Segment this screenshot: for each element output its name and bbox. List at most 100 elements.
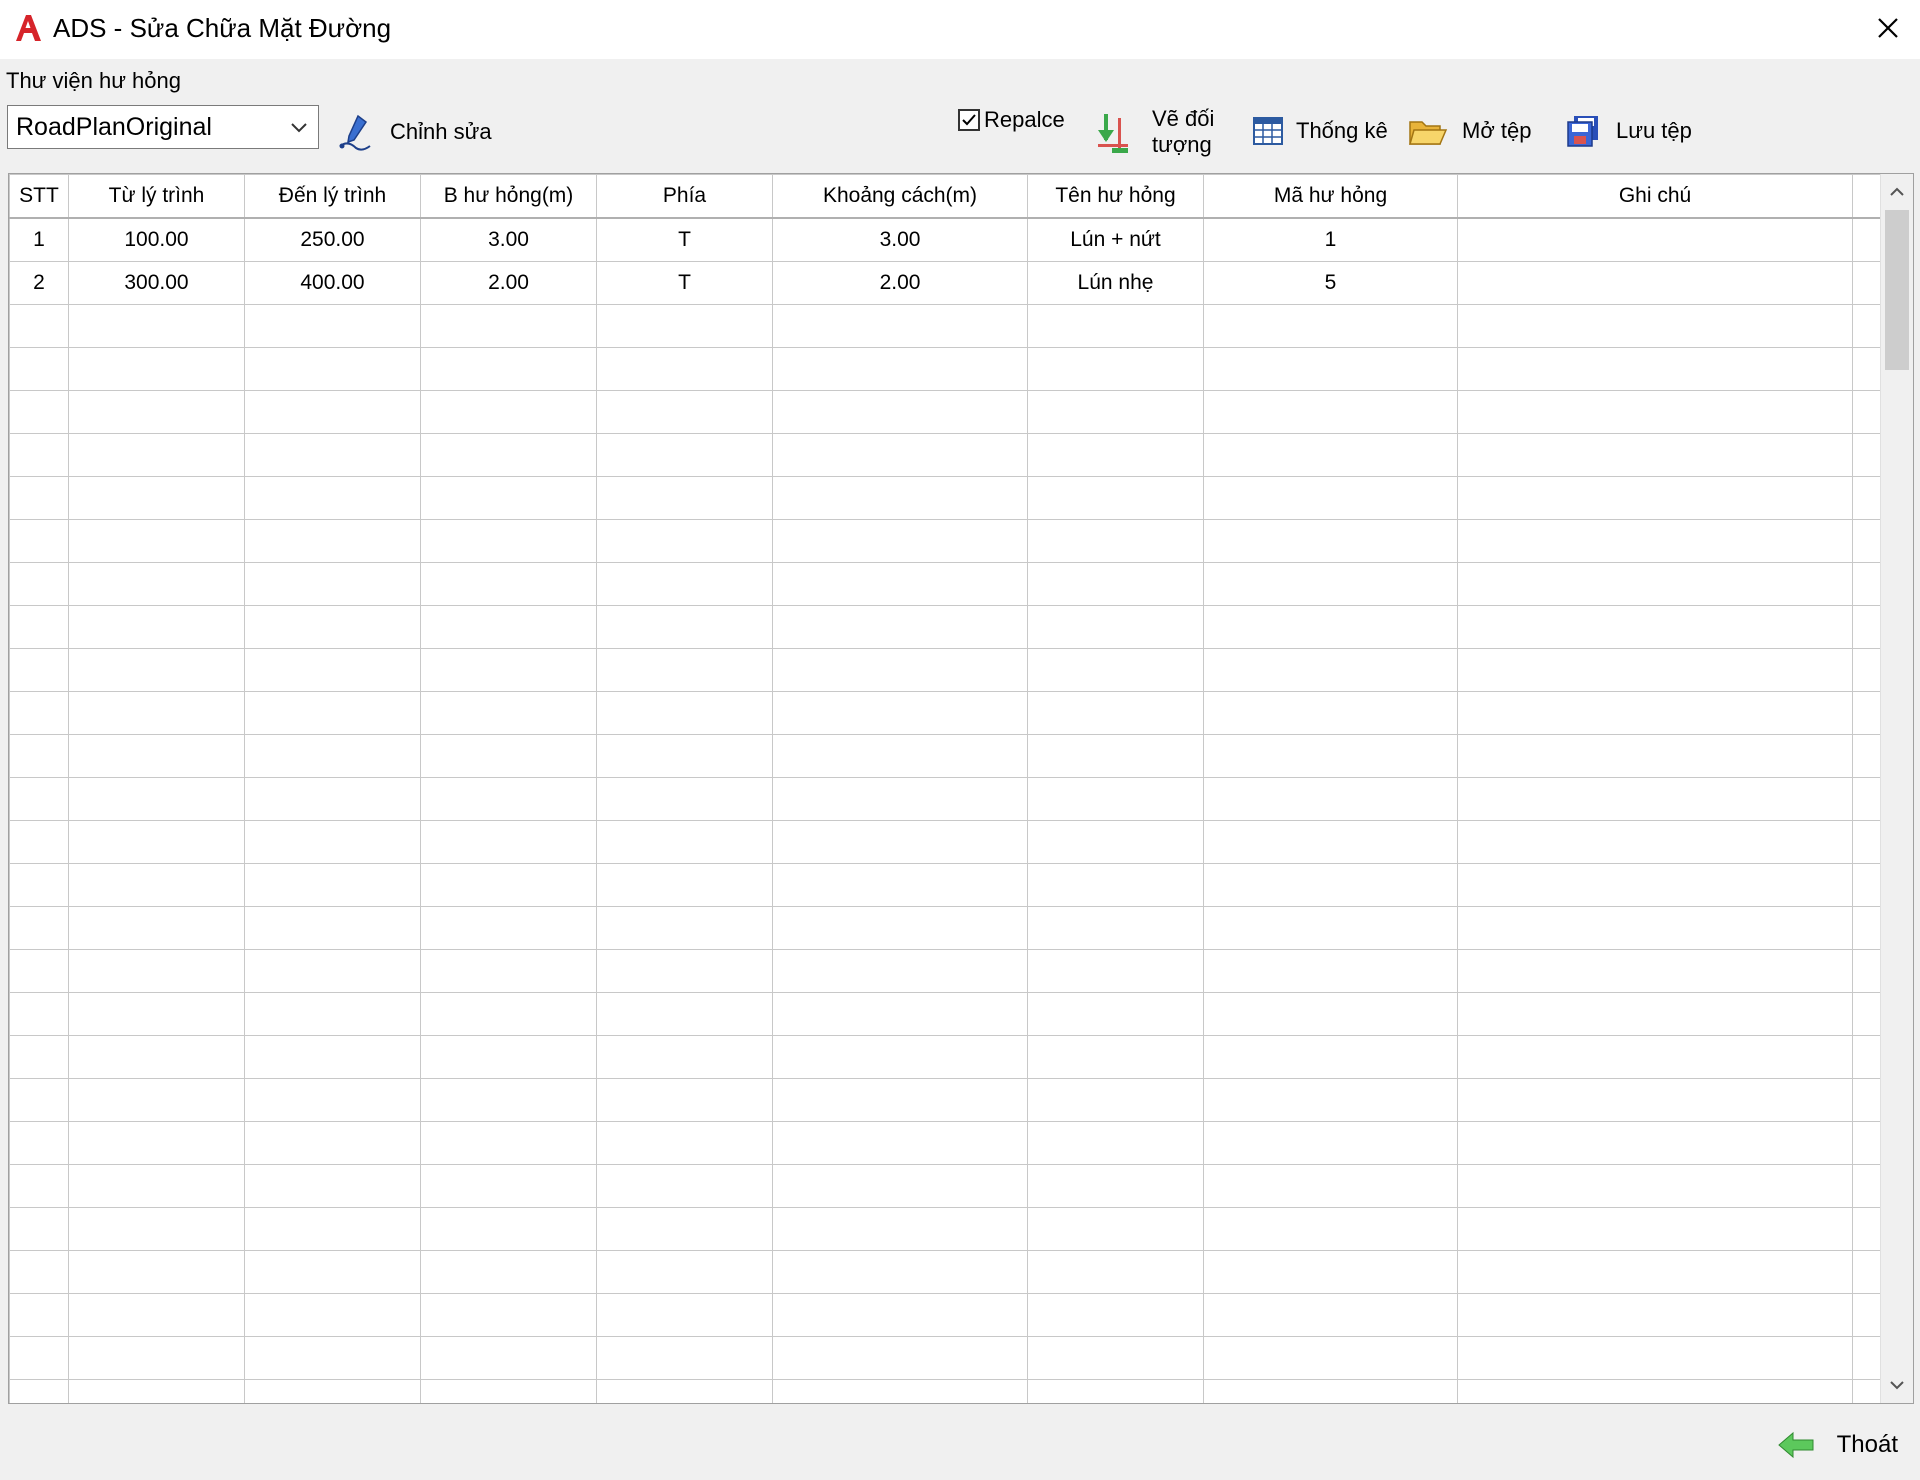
cell-damage-code[interactable] — [1203, 1121, 1458, 1165]
cell-damage-width[interactable] — [420, 906, 597, 950]
cell-distance[interactable] — [772, 433, 1028, 477]
cell-from-station[interactable] — [68, 949, 245, 993]
open-file-button[interactable]: Mở tệp — [1408, 114, 1531, 148]
cell-damage-width[interactable] — [420, 1121, 597, 1165]
cell-from-station[interactable] — [68, 1078, 245, 1122]
cell-distance[interactable] — [772, 1379, 1028, 1403]
cell-notes[interactable] — [1457, 1164, 1853, 1208]
cell-notes[interactable] — [1457, 261, 1853, 305]
cell-damage-name[interactable] — [1027, 820, 1204, 864]
cell-distance[interactable] — [772, 1035, 1028, 1079]
cell-from-station[interactable] — [68, 1336, 245, 1380]
save-file-button[interactable]: Lưu tệp — [1566, 114, 1692, 148]
cell-stt[interactable] — [9, 476, 69, 520]
cell-distance[interactable] — [772, 820, 1028, 864]
cell-damage-name[interactable] — [1027, 992, 1204, 1036]
cell-from-station[interactable] — [68, 1293, 245, 1337]
replace-checkbox[interactable]: Repalce — [958, 107, 1065, 133]
table-row[interactable] — [9, 304, 1890, 348]
cell-to-station[interactable] — [244, 992, 421, 1036]
cell-distance[interactable] — [772, 906, 1028, 950]
cell-distance[interactable] — [772, 691, 1028, 735]
cell-damage-width[interactable] — [420, 691, 597, 735]
table-row[interactable] — [9, 1293, 1890, 1337]
cell-notes[interactable] — [1457, 1207, 1853, 1251]
cell-damage-name[interactable] — [1027, 648, 1204, 692]
cell-to-station[interactable] — [244, 605, 421, 649]
cell-damage-code[interactable] — [1203, 648, 1458, 692]
cell-to-station[interactable]: 250.00 — [244, 217, 421, 262]
cell-damage-width[interactable] — [420, 992, 597, 1036]
cell-from-station[interactable] — [68, 519, 245, 563]
cell-stt[interactable] — [9, 1164, 69, 1208]
cell-notes[interactable] — [1457, 906, 1853, 950]
cell-damage-name[interactable] — [1027, 1121, 1204, 1165]
cell-side[interactable] — [596, 949, 773, 993]
col-header-damage-width[interactable]: B hư hỏng(m) — [420, 174, 597, 219]
cell-damage-name[interactable] — [1027, 1207, 1204, 1251]
cell-to-station[interactable] — [244, 906, 421, 950]
cell-distance[interactable] — [772, 1078, 1028, 1122]
table-row[interactable]: 2 300.00 400.00 2.00 T 2.00 Lún nhẹ 5 — [9, 261, 1890, 305]
cell-damage-code[interactable] — [1203, 691, 1458, 735]
col-header-to-station[interactable]: Đến lý trình — [244, 174, 421, 219]
table-row[interactable] — [9, 1078, 1890, 1122]
cell-distance[interactable] — [772, 949, 1028, 993]
cell-damage-name[interactable] — [1027, 1250, 1204, 1294]
cell-damage-name[interactable] — [1027, 562, 1204, 606]
scroll-thumb[interactable] — [1885, 210, 1909, 370]
cell-distance[interactable] — [772, 519, 1028, 563]
cell-damage-name[interactable] — [1027, 1336, 1204, 1380]
cell-damage-name[interactable] — [1027, 863, 1204, 907]
table-row[interactable] — [9, 519, 1890, 563]
cell-from-station[interactable]: 300.00 — [68, 261, 245, 305]
draw-object-button[interactable]: Vẽ đối tượng — [1094, 106, 1214, 158]
cell-to-station[interactable] — [244, 519, 421, 563]
cell-damage-name[interactable] — [1027, 433, 1204, 477]
table-row[interactable] — [9, 476, 1890, 520]
cell-side[interactable] — [596, 476, 773, 520]
cell-stt[interactable] — [9, 347, 69, 391]
cell-damage-code[interactable] — [1203, 1336, 1458, 1380]
edit-button[interactable]: Chỉnh sửa — [336, 112, 492, 152]
cell-from-station[interactable] — [68, 906, 245, 950]
table-row[interactable] — [9, 992, 1890, 1036]
cell-to-station[interactable] — [244, 1336, 421, 1380]
cell-notes[interactable] — [1457, 519, 1853, 563]
cell-damage-name[interactable] — [1027, 777, 1204, 821]
cell-notes[interactable] — [1457, 1078, 1853, 1122]
cell-side[interactable] — [596, 1250, 773, 1294]
cell-damage-width[interactable] — [420, 863, 597, 907]
cell-distance[interactable] — [772, 1121, 1028, 1165]
table-row[interactable] — [9, 1336, 1890, 1380]
cell-distance[interactable] — [772, 1336, 1028, 1380]
cell-damage-name[interactable] — [1027, 1164, 1204, 1208]
table-row[interactable] — [9, 347, 1890, 391]
cell-damage-code[interactable] — [1203, 777, 1458, 821]
cell-damage-code[interactable] — [1203, 1207, 1458, 1251]
cell-stt[interactable] — [9, 949, 69, 993]
cell-notes[interactable] — [1457, 390, 1853, 434]
cell-damage-width[interactable] — [420, 1293, 597, 1337]
cell-damage-code[interactable] — [1203, 1078, 1458, 1122]
cell-distance[interactable] — [772, 992, 1028, 1036]
cell-damage-name[interactable] — [1027, 949, 1204, 993]
cell-damage-code[interactable] — [1203, 1035, 1458, 1079]
cell-notes[interactable] — [1457, 347, 1853, 391]
cell-stt[interactable] — [9, 433, 69, 477]
cell-from-station[interactable] — [68, 820, 245, 864]
cell-notes[interactable] — [1457, 304, 1853, 348]
cell-notes[interactable] — [1457, 1293, 1853, 1337]
cell-from-station[interactable] — [68, 1035, 245, 1079]
cell-damage-width[interactable] — [420, 1336, 597, 1380]
cell-to-station[interactable] — [244, 433, 421, 477]
cell-stt[interactable] — [9, 863, 69, 907]
cell-damage-code[interactable] — [1203, 433, 1458, 477]
replace-check-box[interactable] — [958, 109, 980, 131]
table-row[interactable] — [9, 1379, 1890, 1403]
cell-distance[interactable]: 2.00 — [772, 261, 1028, 305]
cell-to-station[interactable] — [244, 648, 421, 692]
cell-damage-code[interactable] — [1203, 519, 1458, 563]
cell-from-station[interactable] — [68, 648, 245, 692]
cell-damage-name[interactable] — [1027, 476, 1204, 520]
